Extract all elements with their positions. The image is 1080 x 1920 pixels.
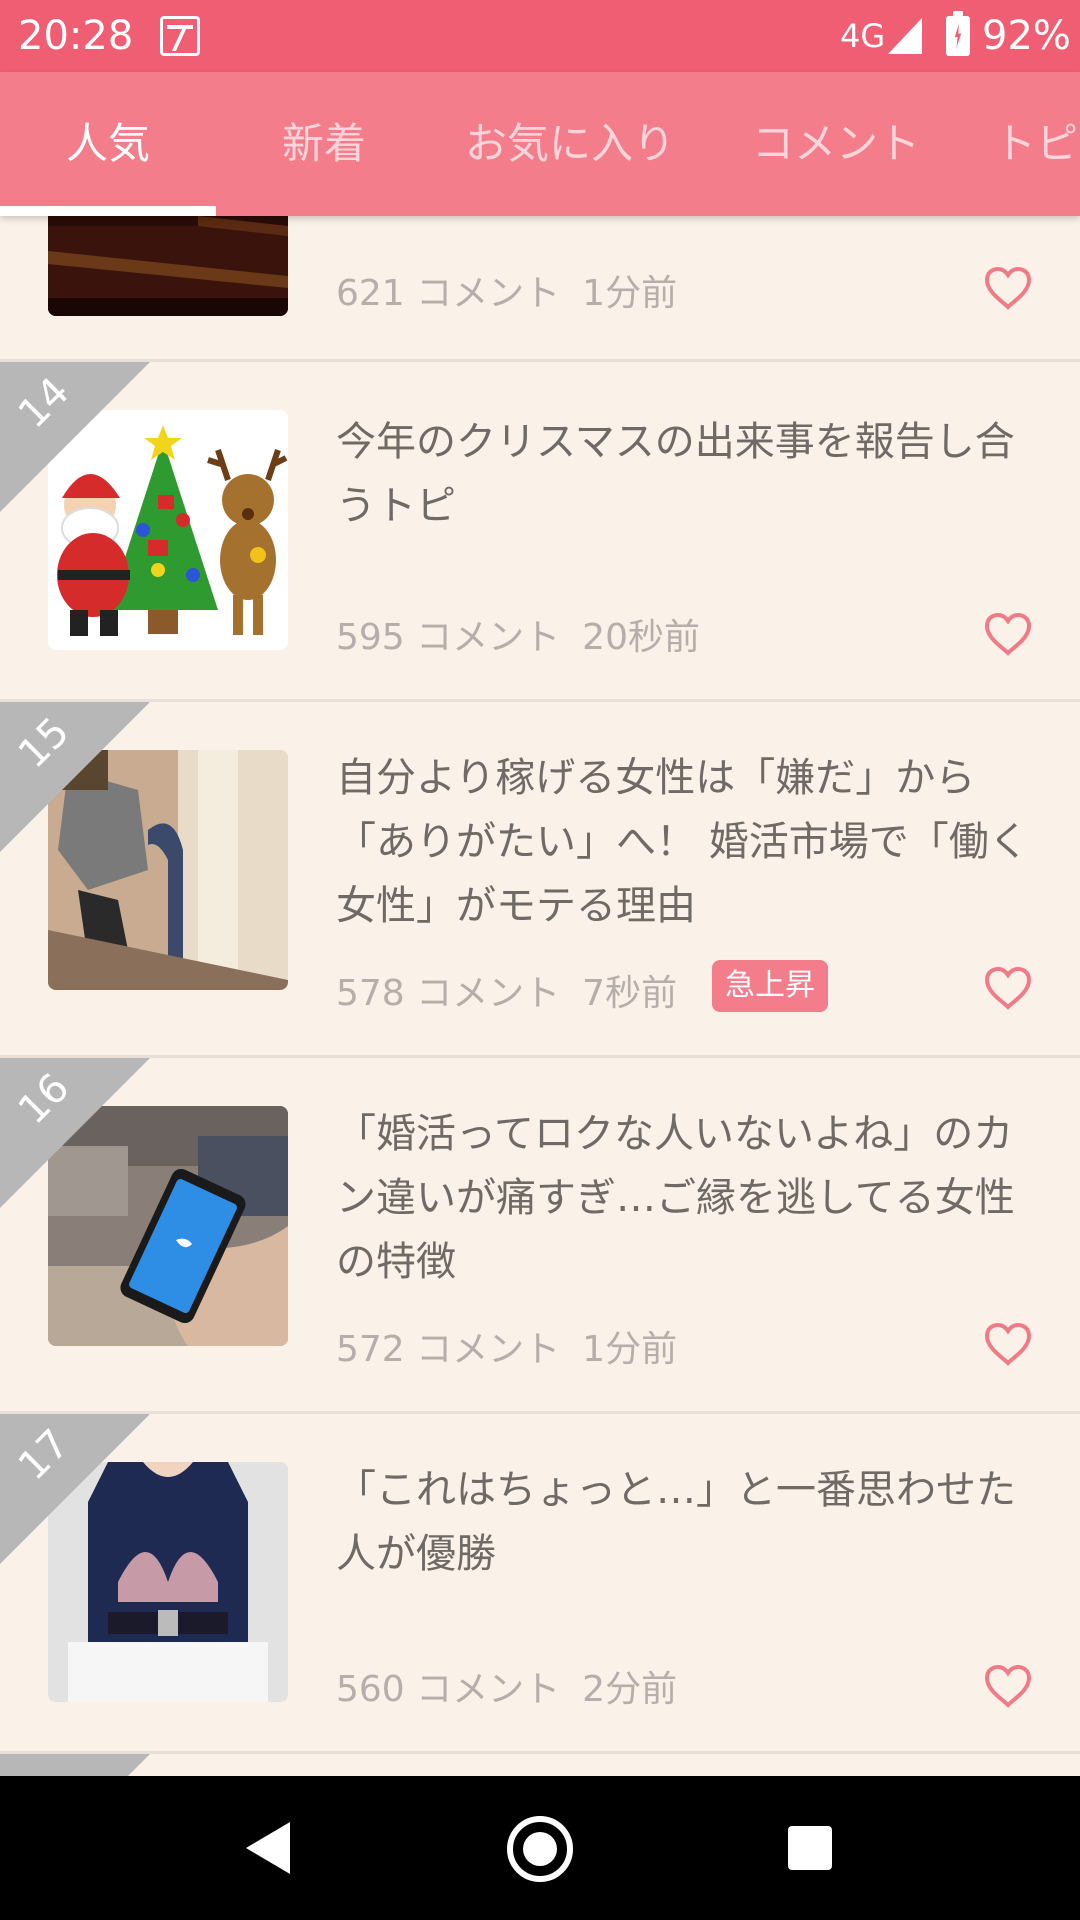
list-item[interactable]: 621 コメント 1分前 xyxy=(0,216,1080,362)
thumbnail-image xyxy=(48,1462,288,1702)
post-time: 1分前 xyxy=(582,273,678,314)
comment-count: 578 コメント xyxy=(336,973,561,1014)
item-meta: 595 コメント 20秒前 xyxy=(336,608,700,660)
list-item[interactable]: 16 「婚活ってロクな人いないよね」のカン違いが痛すぎ…ご縁を逃してる女性の特徴… xyxy=(0,1058,1080,1414)
post-time: 1分前 xyxy=(582,1329,678,1370)
item-meta: 572 コメント 1分前 xyxy=(336,1320,677,1372)
thumbnail-image xyxy=(48,216,288,316)
tab-popular[interactable]: 人気 xyxy=(0,72,216,216)
category-tab-bar: 人気 新着 お気に入り コメント トピ xyxy=(0,72,1080,216)
status-bar: 20:28 4G 92% xyxy=(0,0,1080,72)
network-type: 4G xyxy=(840,17,886,55)
comment-count: 595 コメント xyxy=(336,617,561,658)
comment-count: 560 コメント xyxy=(336,1669,561,1710)
item-meta: 621 コメント 1分前 xyxy=(336,264,677,316)
news-app-icon xyxy=(160,16,200,56)
comment-count: 572 コメント xyxy=(336,1329,561,1370)
post-time: 7秒前 xyxy=(582,973,678,1014)
heart-icon[interactable] xyxy=(984,612,1032,656)
heart-icon[interactable] xyxy=(984,266,1032,310)
thumbnail-image xyxy=(48,750,288,990)
status-time: 20:28 xyxy=(18,13,134,59)
thumbnail-image xyxy=(48,410,288,650)
list-item[interactable]: 15 自分より稼げる女性は「嫌だ」から「ありがたい」へ！ 婚活市場で「働く女性」… xyxy=(0,702,1080,1058)
heart-icon[interactable] xyxy=(984,1664,1032,1708)
tab-topics[interactable]: トピ xyxy=(964,72,1080,216)
tab-comments[interactable]: コメント xyxy=(708,72,964,216)
rank-ribbon xyxy=(0,1754,150,1776)
recent-apps-square-icon[interactable] xyxy=(788,1826,832,1870)
topic-title[interactable]: 「これはちょっと…」と一番思わせた人が優勝 xyxy=(336,1458,1036,1586)
home-circle-icon[interactable] xyxy=(507,1816,573,1882)
post-time: 2分前 xyxy=(582,1669,678,1710)
system-nav-bar xyxy=(0,1776,1080,1920)
battery-charging-icon xyxy=(946,11,970,56)
trending-badge: 急上昇 xyxy=(712,960,828,1012)
heart-icon[interactable] xyxy=(984,1322,1032,1366)
thumbnail-image xyxy=(48,1106,288,1346)
tab-favorites[interactable]: お気に入り xyxy=(432,72,708,216)
item-meta: 578 コメント 7秒前 xyxy=(336,964,677,1016)
battery-percent: 92% xyxy=(982,13,1071,59)
comment-count: 621 コメント xyxy=(336,273,561,314)
back-triangle-icon[interactable] xyxy=(246,1822,290,1874)
list-item[interactable]: 14 今年のクリスマスの出来事を報告し合うトピ 595 コメント 20秒前 xyxy=(0,362,1080,702)
topic-list: 621 コメント 1分前 14 今年のクリスマスの出来事を報告し合うトピ 595… xyxy=(0,216,1080,1776)
list-item[interactable]: 17 「これはちょっと…」と一番思わせた人が優勝 560 コメント 2分前 xyxy=(0,1414,1080,1754)
heart-icon[interactable] xyxy=(984,966,1032,1010)
post-time: 20秒前 xyxy=(582,617,700,658)
list-item[interactable] xyxy=(0,1754,1080,1776)
active-tab-indicator xyxy=(0,206,216,216)
item-meta: 560 コメント 2分前 xyxy=(336,1660,677,1712)
topic-title[interactable]: 自分より稼げる女性は「嫌だ」から「ありがたい」へ！ 婚活市場で「働く女性」がモテ… xyxy=(336,746,1036,938)
topic-title[interactable]: 今年のクリスマスの出来事を報告し合うトピ xyxy=(336,410,1036,538)
tab-new[interactable]: 新着 xyxy=(216,72,432,216)
topic-title[interactable]: 「婚活ってロクな人いないよね」のカン違いが痛すぎ…ご縁を逃してる女性の特徴 xyxy=(336,1102,1036,1294)
signal-icon xyxy=(888,18,922,54)
